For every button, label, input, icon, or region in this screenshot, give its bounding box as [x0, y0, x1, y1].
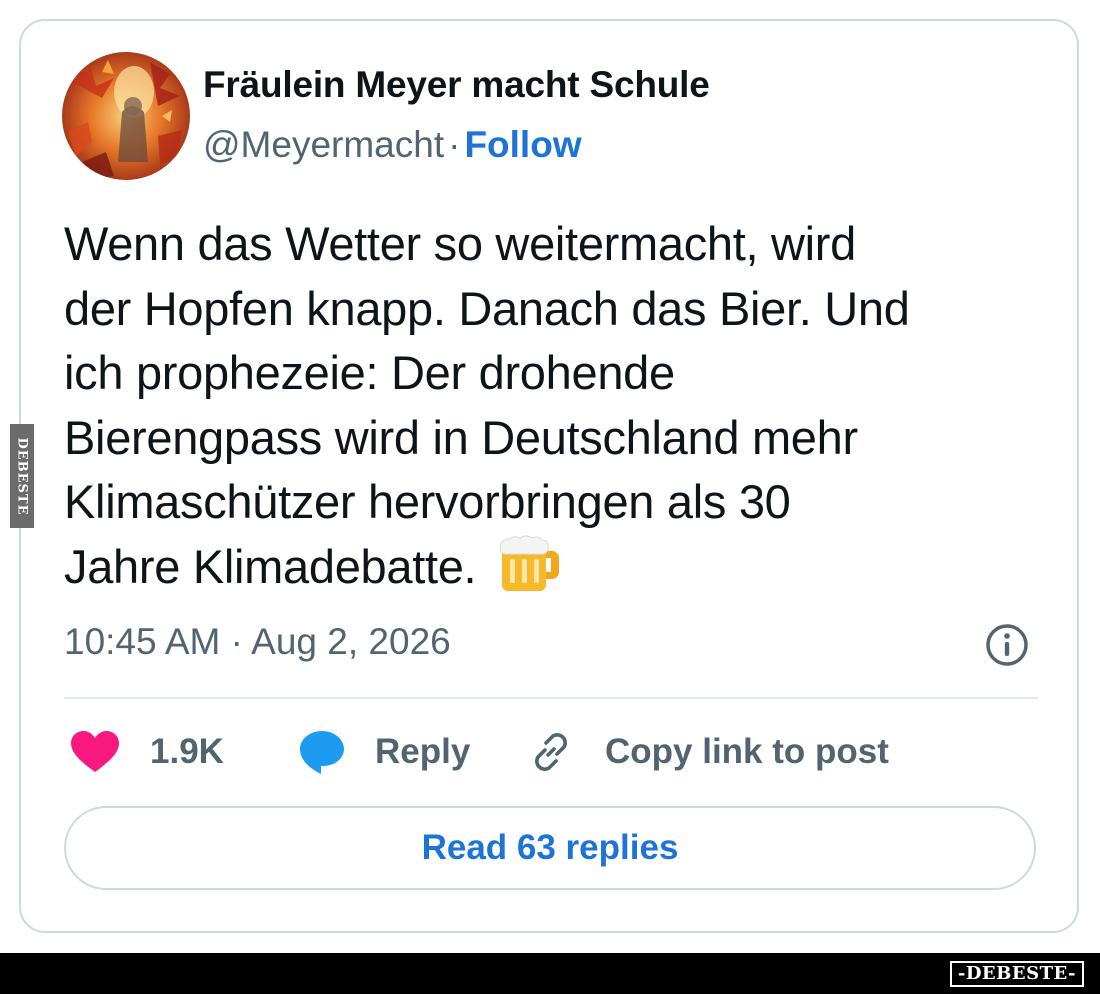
- heart-icon: [71, 731, 119, 772]
- divider: [64, 697, 1038, 699]
- handle-separator: ·: [448, 124, 461, 165]
- author-handle-row: @Meyermacht · Follow: [203, 124, 582, 166]
- tweet-text-line: ich prophezeie: Der drohende: [64, 346, 675, 399]
- tweet-timestamp[interactable]: 10:45 AM · Aug 2, 2026: [64, 621, 451, 663]
- autumn-leaves-avatar-icon: [62, 52, 190, 180]
- tweet-text-line: Wenn das Wetter so weitermacht, wird: [64, 217, 856, 270]
- link-icon: [535, 733, 567, 771]
- copy-link-label: Copy link to post: [605, 732, 889, 771]
- bottom-watermark-bar: -DEBESTE-: [0, 953, 1100, 994]
- beer-mug-icon: [499, 535, 560, 591]
- like-button[interactable]: 1.9K: [70, 726, 224, 778]
- follow-button[interactable]: Follow: [464, 124, 581, 165]
- like-count: 1.9K: [150, 732, 224, 771]
- reply-label: Reply: [375, 732, 471, 771]
- tweet-text-line: Bierengpass wird in Deutschland mehr: [64, 410, 858, 464]
- author-handle[interactable]: @Meyermacht: [203, 124, 444, 165]
- page: Fräulein Meyer macht Schule @Meyermacht ·…: [0, 0, 1100, 994]
- tweet-text-line-last: Jahre Klimadebatte.: [64, 535, 1054, 600]
- copy-link-button[interactable]: Copy link to post: [527, 726, 889, 778]
- side-watermark-text: DEBESTE: [14, 436, 30, 516]
- side-watermark: DEBESTE: [10, 424, 34, 528]
- tweet-text: Wenn das Wetter so weitermacht, wird der…: [64, 212, 1054, 599]
- tweet-text-last-words: Jahre Klimadebatte.: [64, 539, 477, 593]
- read-replies-label: Read 63 replies: [421, 828, 679, 867]
- tweet-text-line: der Hopfen knapp. Danach das Bier. Und: [64, 281, 910, 335]
- bottom-watermark-logo: -DEBESTE-: [949, 961, 1084, 987]
- author-name[interactable]: Fräulein Meyer macht Schule: [203, 64, 710, 106]
- speech-bubble-icon: [300, 731, 344, 774]
- read-replies-button[interactable]: Read 63 replies: [64, 806, 1036, 890]
- author-avatar[interactable]: [62, 52, 190, 180]
- reply-button[interactable]: Reply: [297, 726, 470, 778]
- info-icon[interactable]: [984, 622, 1030, 668]
- tweet-text-line: Klimaschützer hervorbringen als 30: [64, 475, 791, 528]
